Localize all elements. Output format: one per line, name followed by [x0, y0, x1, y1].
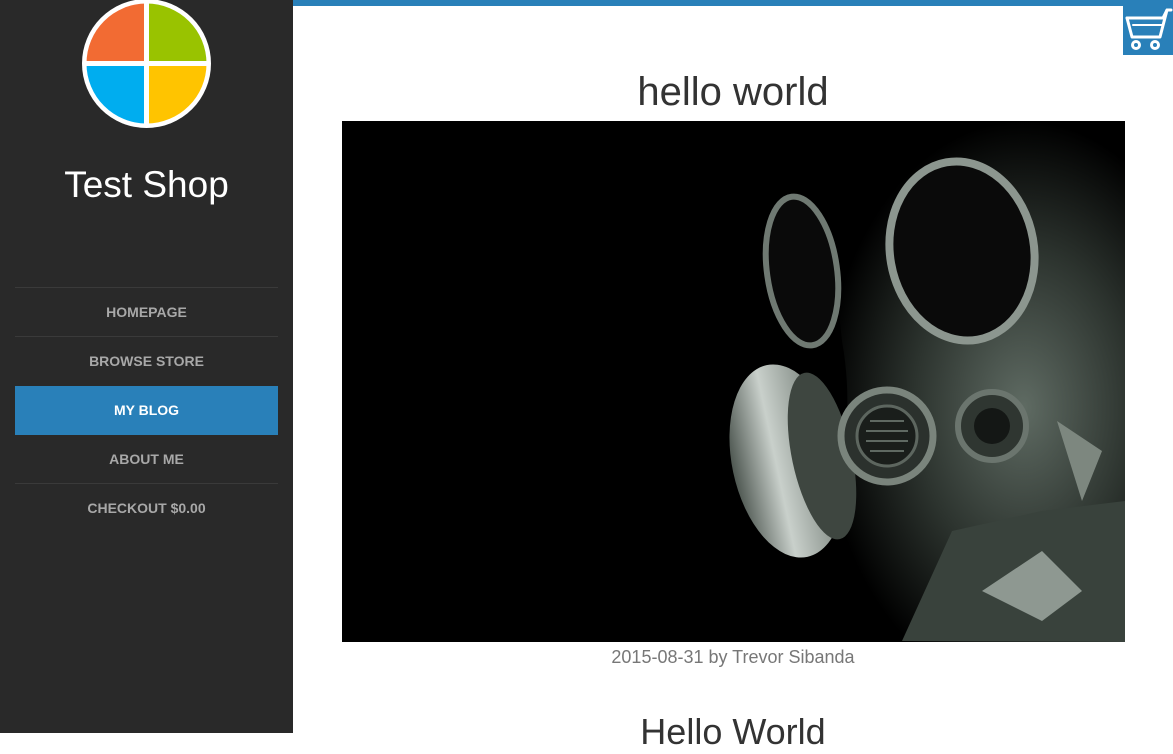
nav-item-homepage[interactable]: HOMEPAGE — [15, 288, 278, 337]
nav-item-about-me[interactable]: ABOUT ME — [15, 435, 278, 484]
post-image[interactable] — [342, 121, 1125, 642]
gas-mask-photo — [342, 121, 1125, 642]
shop-name[interactable]: Test Shop — [0, 163, 293, 207]
post-meta: 2015-08-31 by Trevor Sibanda — [611, 647, 855, 667]
post-title[interactable]: hello world — [293, 69, 1173, 115]
nav-item-checkout[interactable]: CHECKOUT $0.00 — [15, 484, 278, 533]
nav-item-my-blog[interactable]: MY BLOG — [15, 386, 278, 435]
main-content: hello world 2015-08-31 by Trevor Sibanda… — [293, 6, 1173, 752]
sidebar-nav: HOMEPAGE BROWSE STORE MY BLOG ABOUT ME C… — [15, 287, 278, 533]
nav-item-browse-store[interactable]: BROWSE STORE — [15, 337, 278, 386]
windows-logo-icon — [86, 3, 207, 124]
post-heading: Hello World — [640, 711, 826, 752]
shop-logo[interactable] — [82, 0, 211, 128]
sidebar: Test Shop HOMEPAGE BROWSE STORE MY BLOG … — [0, 0, 293, 733]
